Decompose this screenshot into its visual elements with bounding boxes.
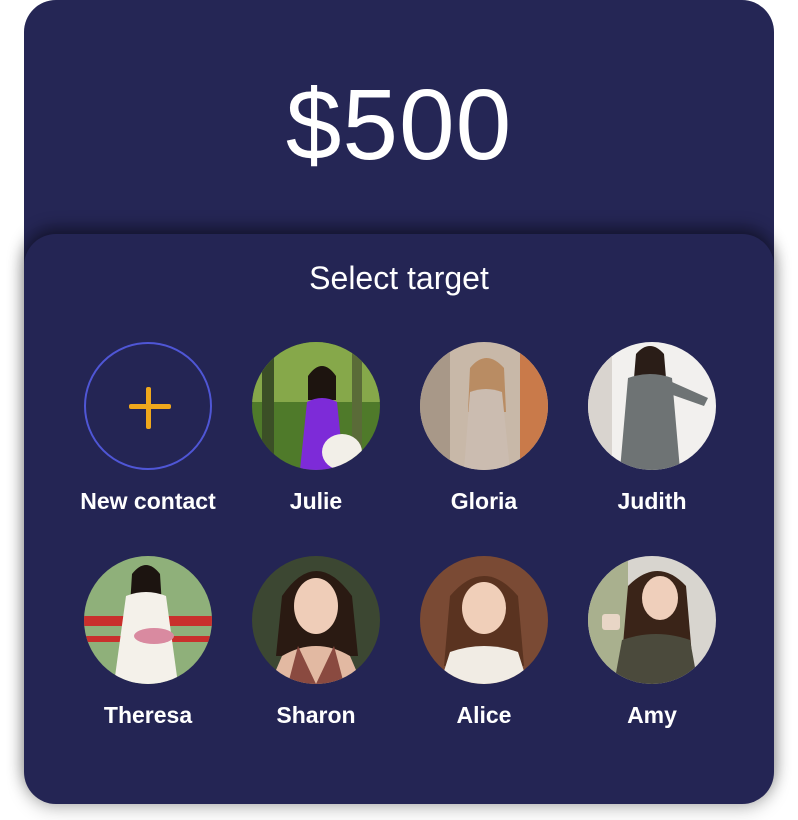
- contact-alice[interactable]: Alice: [400, 556, 568, 730]
- contact-name: Theresa: [103, 702, 193, 728]
- avatar[interactable]: [420, 556, 548, 684]
- new-contact-avatar[interactable]: [84, 342, 212, 470]
- avatar[interactable]: [588, 342, 716, 470]
- contact-name: Alice: [456, 702, 512, 728]
- avatar[interactable]: [84, 556, 212, 684]
- contact-name: Sharon: [276, 702, 356, 728]
- contact-theresa[interactable]: Theresa: [64, 556, 232, 730]
- contact-name: Amy: [627, 702, 677, 728]
- avatar[interactable]: [588, 556, 716, 684]
- select-target-panel: Select target New contact Julie Gloria J…: [24, 234, 774, 804]
- transfer-screen: $500 Select target New contact Julie Glo…: [0, 0, 798, 820]
- contact-name: Gloria: [450, 488, 518, 514]
- amount-value: $500: [285, 69, 513, 181]
- avatar[interactable]: [252, 342, 380, 470]
- panel-title: Select target: [309, 260, 489, 296]
- contact-name: Julie: [289, 488, 343, 514]
- contact-julie[interactable]: Julie: [232, 342, 400, 516]
- contact-judith[interactable]: Judith: [568, 342, 736, 516]
- new-contact-button[interactable]: New contact: [64, 342, 232, 516]
- contact-amy[interactable]: Amy: [568, 556, 736, 730]
- plus-icon-vertical: [146, 387, 151, 429]
- contact-sharon[interactable]: Sharon: [232, 556, 400, 730]
- contact-name: New contact: [80, 488, 216, 514]
- contact-name: Judith: [617, 488, 687, 514]
- contact-gloria[interactable]: Gloria: [400, 342, 568, 516]
- avatar[interactable]: [252, 556, 380, 684]
- avatar[interactable]: [420, 342, 548, 470]
